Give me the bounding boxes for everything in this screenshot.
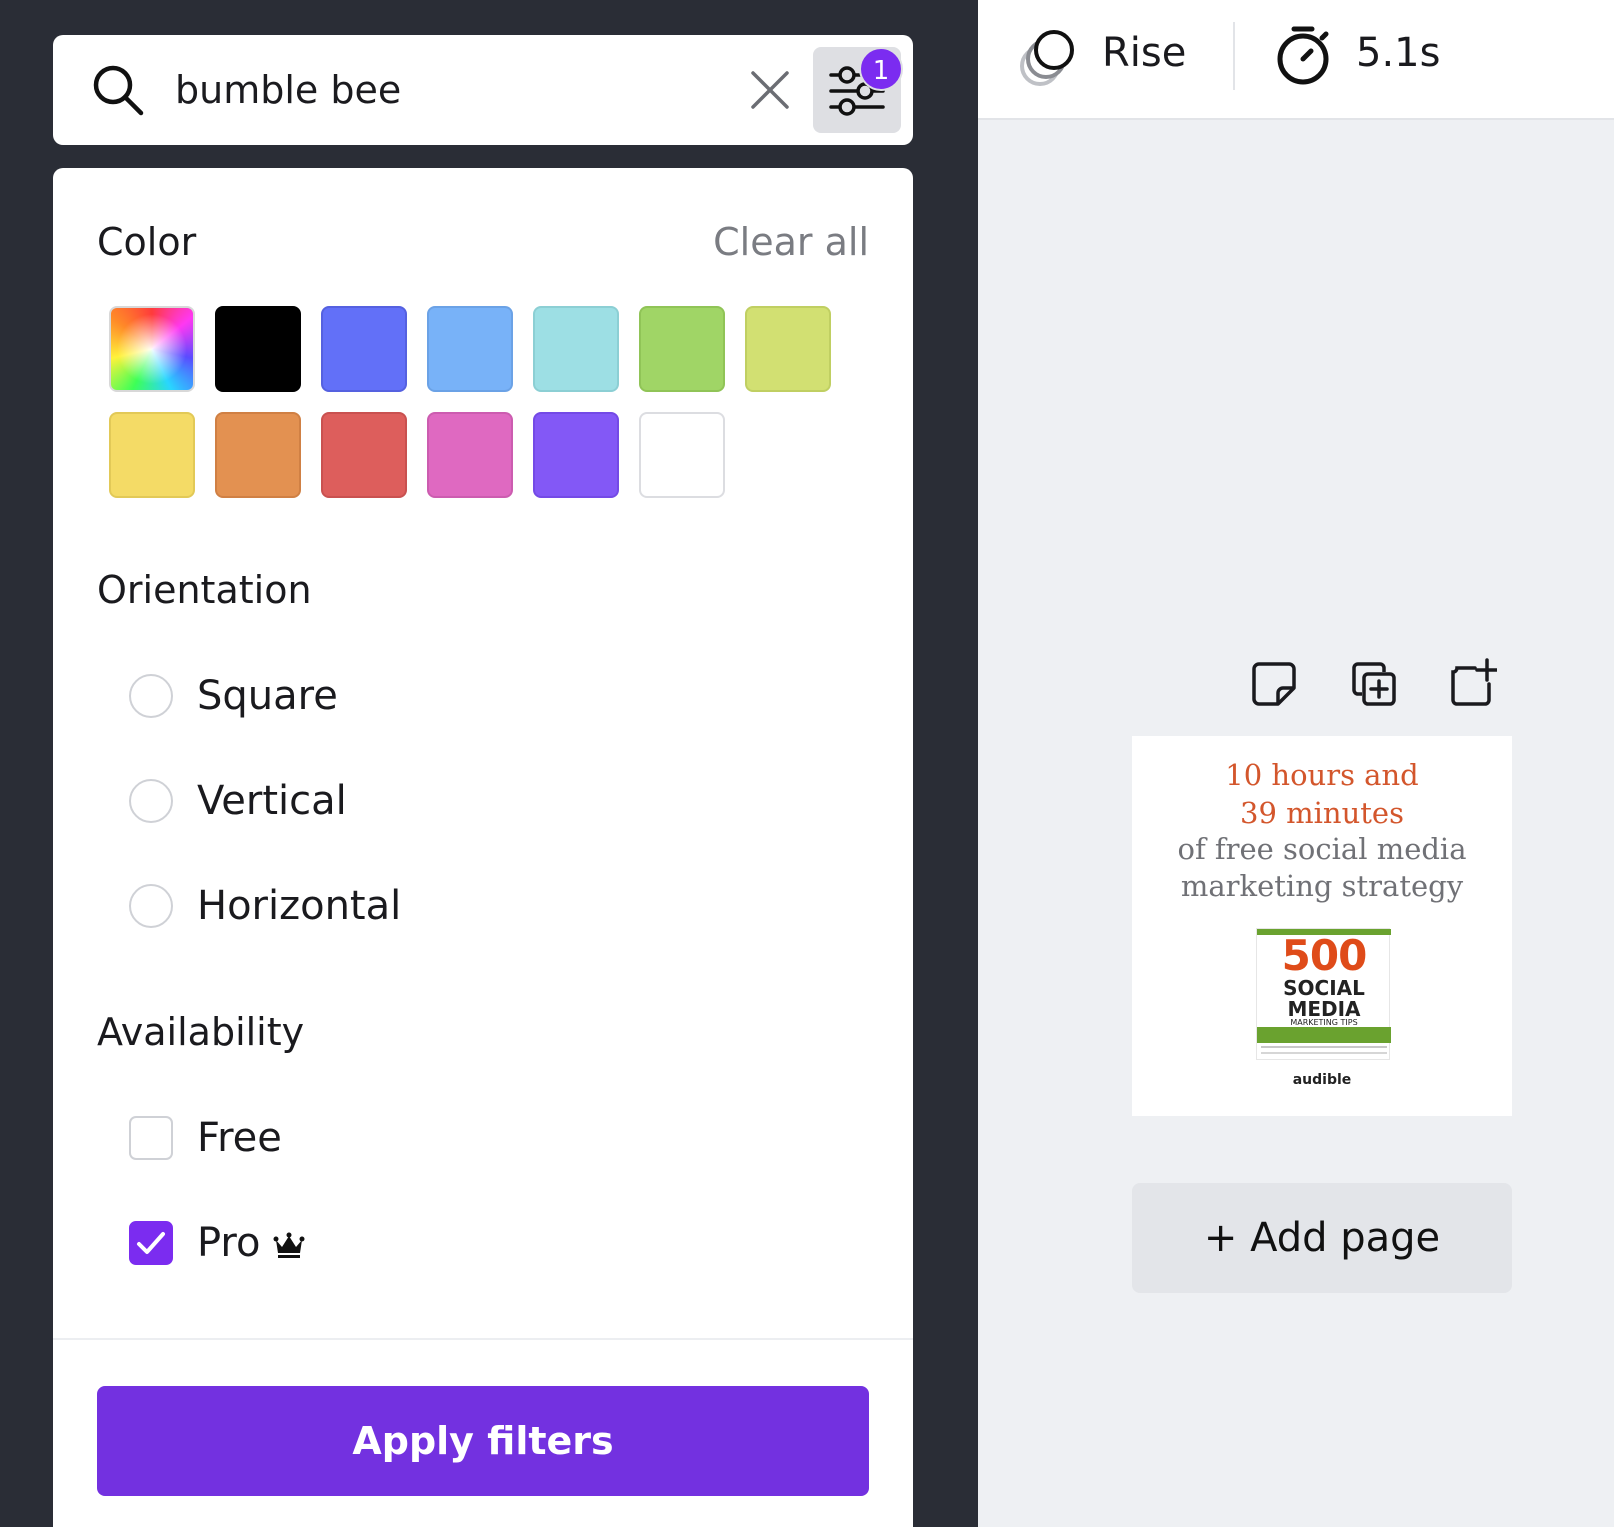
availability-label: Pro: [197, 1220, 261, 1266]
radio-button[interactable]: [129, 884, 173, 928]
clear-all-link[interactable]: Clear all: [713, 220, 869, 264]
orientation-label: Square: [197, 673, 338, 719]
color-swatch-light-blue[interactable]: [427, 306, 513, 392]
add-page-icon[interactable]: [1449, 658, 1497, 708]
color-swatch-rainbow[interactable]: [109, 306, 195, 392]
orientation-label: Horizontal: [197, 883, 402, 929]
duplicate-page-icon[interactable]: [1350, 660, 1398, 708]
notes-icon[interactable]: [1250, 660, 1298, 708]
book-fine-print: [1261, 1046, 1387, 1048]
color-swatch-turquoise[interactable]: [533, 306, 619, 392]
apply-filters-button[interactable]: Apply filters: [97, 1386, 869, 1496]
color-swatch-green[interactable]: [639, 306, 725, 392]
checkbox[interactable]: [129, 1116, 173, 1160]
search-icon: [93, 65, 144, 116]
duration-label[interactable]: 5.1s: [1356, 30, 1440, 76]
color-section-title: Color: [97, 220, 197, 264]
color-swatch-purple[interactable]: [533, 412, 619, 498]
thumbnail-text-line: marketing strategy: [1180, 869, 1464, 903]
radio-button[interactable]: [129, 779, 173, 823]
color-swatch-white[interactable]: [639, 412, 725, 498]
color-swatch-pink[interactable]: [427, 412, 513, 498]
book-fine-print: [1261, 1052, 1387, 1054]
left-side-panel: 1 Color Clear all Orientation Square Ver…: [0, 0, 978, 1527]
toolbar-divider: [1233, 22, 1235, 90]
checkbox-checked[interactable]: [129, 1221, 173, 1265]
orientation-section-title: Orientation: [97, 568, 312, 612]
checkmark-icon: [137, 1232, 165, 1254]
divider: [53, 1338, 913, 1340]
animation-label[interactable]: Rise: [1102, 30, 1186, 76]
radio-button[interactable]: [129, 674, 173, 718]
thumbnail-text-line: of free social media: [1177, 832, 1467, 866]
timer-icon[interactable]: [1274, 24, 1332, 86]
color-swatch-blue[interactable]: [321, 306, 407, 392]
animation-icon[interactable]: [1018, 26, 1080, 88]
orientation-label: Vertical: [197, 778, 347, 824]
page-thumbnail[interactable]: 10 hours and 39 minutes of free social m…: [1132, 736, 1512, 1116]
book-number: 500: [1281, 931, 1368, 980]
book-cover-image: 500 SOCIAL MEDIA MARKETING TIPS: [1256, 928, 1391, 1060]
color-swatch-black[interactable]: [215, 306, 301, 392]
close-icon[interactable]: [747, 67, 793, 113]
color-swatch-orange[interactable]: [215, 412, 301, 498]
audible-logo: audible: [1292, 1072, 1352, 1088]
filter-count-badge: 1: [859, 47, 903, 91]
search-bar: 1: [53, 35, 913, 145]
color-swatch-yellow[interactable]: [109, 412, 195, 498]
search-input[interactable]: [175, 60, 735, 120]
crown-icon: [273, 1232, 305, 1258]
availability-label: Free: [197, 1115, 282, 1161]
add-page-button[interactable]: + Add page: [1132, 1183, 1512, 1293]
thumbnail-text-line: 39 minutes: [1240, 796, 1404, 830]
filter-panel: Color Clear all Orientation Square Verti…: [53, 168, 913, 1527]
top-toolbar: Rise 5.1s: [978, 0, 1614, 120]
thumbnail-text-line: 10 hours and: [1225, 758, 1419, 792]
availability-section-title: Availability: [97, 1010, 305, 1054]
color-swatch-red[interactable]: [321, 412, 407, 498]
book-subtitle: MARKETING TIPS: [1290, 1018, 1358, 1027]
color-swatch-lime[interactable]: [745, 306, 831, 392]
book-icon-band: [1257, 1027, 1391, 1043]
